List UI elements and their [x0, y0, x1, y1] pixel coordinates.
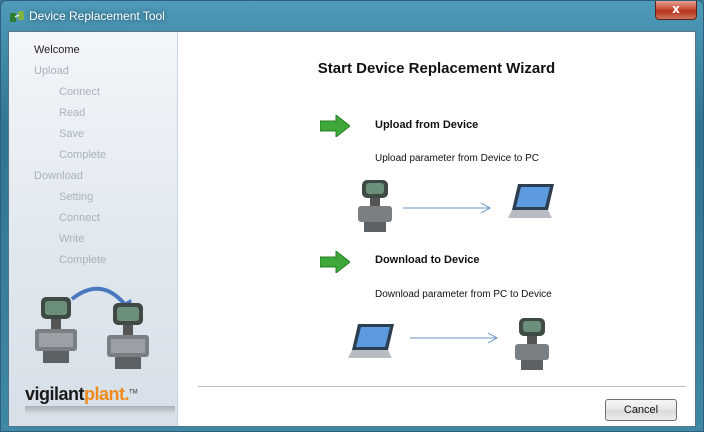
new-transmitter-icon	[107, 303, 149, 369]
step-download-setting: Setting	[59, 191, 94, 203]
step-upload-complete: Complete	[59, 149, 107, 161]
step-welcome: Welcome	[34, 44, 80, 56]
download-option-arrow-icon[interactable]	[320, 251, 350, 273]
laptop-icon	[508, 184, 554, 218]
wizard-steps-sidebar: Welcome Upload Connect Read Save Complet…	[9, 32, 178, 426]
old-transmitter-icon	[35, 297, 77, 363]
wizard-main-panel: Start Device Replacement Wizard Upload f…	[178, 32, 695, 426]
step-download-connect: Connect	[59, 212, 100, 224]
cancel-button[interactable]: Cancel	[605, 399, 677, 421]
application-window: Device Replacement Tool x Welcome Upload…	[0, 0, 704, 432]
download-description: Download parameter from PC to Device	[375, 289, 552, 300]
close-button[interactable]: x	[655, 1, 697, 20]
logo-trademark: TM	[129, 389, 138, 396]
step-download-write: Write	[59, 233, 85, 245]
page-title: Start Device Replacement Wizard	[317, 60, 556, 77]
download-flow-arrow-icon	[410, 332, 499, 344]
upload-option-arrow-icon[interactable]	[320, 115, 350, 137]
upload-description: Upload parameter from Device to PC	[375, 153, 539, 164]
upload-from-device-link[interactable]: Upload from Device	[375, 119, 478, 131]
title-bar[interactable]: Device Replacement Tool x	[1, 1, 703, 31]
device-tool-icon	[10, 11, 24, 22]
vigilantplant-logo: vigilantplant.TM	[25, 384, 175, 426]
upload-flow-arrow-icon	[403, 202, 492, 214]
transmitter-device-icon	[515, 318, 549, 370]
logo-text-plant: plant.	[84, 384, 130, 404]
step-upload: Upload	[34, 65, 69, 77]
step-upload-save: Save	[59, 128, 85, 140]
step-upload-connect: Connect	[59, 86, 100, 98]
window-title: Device Replacement Tool	[29, 9, 165, 23]
footer-divider	[198, 386, 686, 387]
step-upload-read: Read	[59, 107, 86, 119]
step-download: Download	[34, 170, 83, 182]
device-replacement-illustration	[35, 286, 149, 369]
download-to-device-link[interactable]: Download to Device	[375, 254, 480, 266]
transmitter-device-icon	[358, 180, 392, 232]
step-download-complete: Complete	[59, 254, 107, 266]
logo-text-vigilant: vigilant	[25, 384, 85, 404]
wizard-client-area: Welcome Upload Connect Read Save Complet…	[8, 31, 696, 427]
laptop-icon	[348, 324, 394, 358]
logo-reflection	[25, 406, 175, 414]
